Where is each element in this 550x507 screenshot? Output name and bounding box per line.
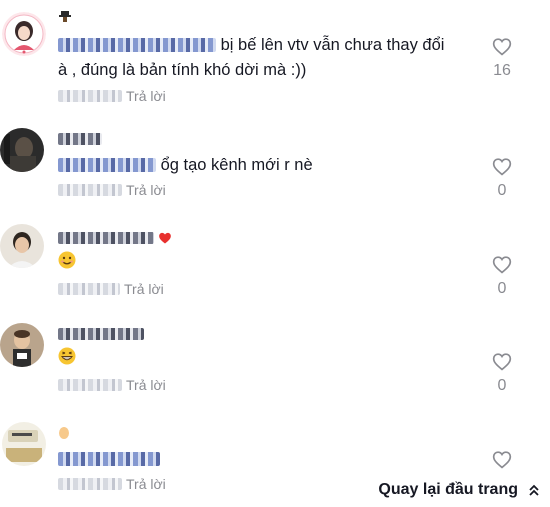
like-column: 0: [482, 255, 522, 298]
comment-date: [58, 379, 122, 391]
back-to-top-button[interactable]: Quay lại đầu trang: [350, 473, 550, 507]
reply-button[interactable]: Trả lời: [126, 88, 166, 104]
comment-item: ổg tạo kênh mới r nè Trả lời 0: [0, 120, 550, 215]
reply-button[interactable]: Trả lời: [126, 182, 166, 198]
username[interactable]: [58, 133, 102, 145]
comment-text: ổg tạo kênh mới r nè: [58, 154, 313, 176]
comment-text-line: bị bế lên vtv vẫn chưa thay đổi: [220, 36, 445, 54]
comment-text: [58, 251, 76, 275]
username-row: [58, 8, 72, 24]
username-row: [58, 131, 102, 147]
username[interactable]: [58, 328, 144, 340]
comment-meta: Trả lời: [58, 376, 166, 394]
comment-item: Trả lời 0: [0, 315, 550, 405]
mention-link[interactable]: [58, 452, 160, 466]
grinning-face-emoji-icon: [58, 347, 76, 365]
comment-meta: Trả lời: [58, 181, 166, 199]
heart-emoji-icon: [158, 231, 172, 245]
reply-button[interactable]: Trả lời: [124, 281, 164, 297]
double-chevron-up-icon: [528, 483, 540, 497]
like-count: 0: [497, 182, 507, 199]
avatar[interactable]: [2, 12, 46, 56]
reply-button[interactable]: Trả lời: [126, 476, 166, 492]
comment-meta: Trả lời: [58, 87, 166, 105]
comment-list: bị bế lên vtv vẫn chưa thay đổi à , đúng…: [0, 0, 550, 507]
like-column: [482, 450, 522, 469]
comment-text: [58, 448, 160, 470]
like-count: 0: [497, 280, 507, 297]
heart-outline-icon[interactable]: [482, 37, 522, 56]
comment-text: bị bế lên vtv vẫn chưa thay đổi: [58, 34, 444, 56]
avatar[interactable]: [2, 422, 46, 466]
back-to-top-label: Quay lại đầu trang: [378, 481, 518, 498]
comment-meta: Trả lời: [58, 475, 166, 493]
avatar[interactable]: [0, 128, 44, 172]
username-row: [58, 230, 172, 246]
username-row: [58, 424, 70, 440]
comment-date: [58, 478, 122, 490]
badge-icon: [58, 9, 72, 23]
heart-outline-icon[interactable]: [482, 352, 522, 371]
username-row: [58, 326, 144, 342]
like-count: 16: [493, 62, 511, 79]
mention-link[interactable]: [58, 158, 156, 172]
heart-outline-icon[interactable]: [482, 157, 522, 176]
like-count: 0: [497, 377, 507, 394]
comment-text-line: ổg tạo kênh mới r nè: [160, 156, 313, 174]
comment-date: [58, 184, 122, 196]
username[interactable]: [58, 232, 154, 244]
like-column: 0: [482, 157, 522, 200]
comment-meta: Trả lời: [58, 280, 164, 298]
comment-item: bị bế lên vtv vẫn chưa thay đổi à , đúng…: [0, 0, 550, 110]
mention-link[interactable]: [58, 38, 216, 52]
heart-outline-icon[interactable]: [482, 255, 522, 274]
avatar[interactable]: [0, 323, 44, 367]
egg-emoji-icon: [58, 425, 70, 439]
reply-button[interactable]: Trả lời: [126, 377, 166, 393]
comment-item: Trả lời 0: [0, 218, 550, 308]
comment-text: [58, 347, 76, 371]
heart-outline-icon[interactable]: [482, 450, 522, 469]
comment-date: [58, 90, 122, 102]
avatar[interactable]: [0, 224, 44, 268]
smiling-face-emoji-icon: [58, 251, 76, 269]
comment-date: [58, 283, 120, 295]
comment-text-line: à , đúng là bản tính khó dời mà :)): [58, 61, 307, 79]
like-column: 16: [482, 37, 522, 80]
like-column: 0: [482, 352, 522, 395]
